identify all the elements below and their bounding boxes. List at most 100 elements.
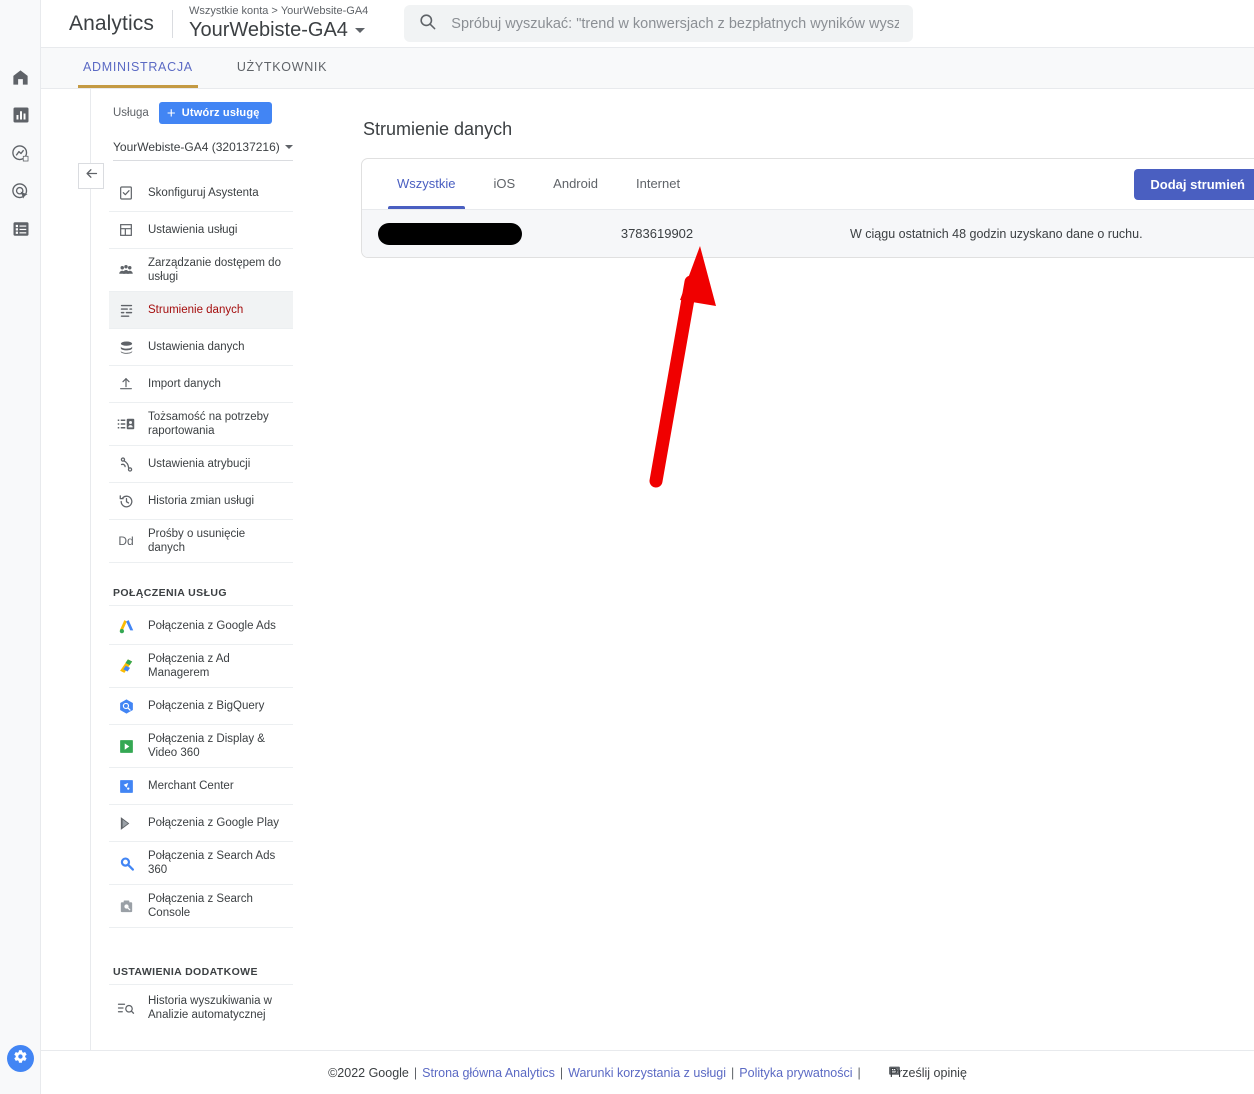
sidebar-item-label: Ustawienia usługi bbox=[148, 224, 238, 236]
sidebar-item-label: Tożsamość na potrzeby raportowania bbox=[148, 411, 269, 437]
search-history-icon bbox=[109, 999, 143, 1017]
dd-text-icon: Dd bbox=[118, 534, 134, 548]
footer-link-privacy[interactable]: Polityka prywatności bbox=[739, 1066, 852, 1080]
breadcrumb-root: Wszystkie konta bbox=[188, 5, 269, 17]
ad-manager-icon bbox=[109, 658, 143, 675]
sidebar-item-label: Strumienie danych bbox=[148, 304, 244, 316]
sidebar-item-google-play[interactable]: Połączenia z Google Play bbox=[109, 805, 293, 842]
sidebar-item-label: Połączenia z Display & Video 360 bbox=[148, 733, 265, 759]
sidebar-item-ustawienia-danych[interactable]: Ustawienia danych bbox=[109, 329, 293, 366]
sidebar-item-search-console[interactable]: Połączenia z Search Console bbox=[109, 885, 293, 928]
breadcrumb-separator: > bbox=[271, 5, 278, 17]
chevron-right-icon[interactable] bbox=[1245, 225, 1254, 242]
sidebar-item-label: Połączenia z Search Ads 360 bbox=[148, 850, 276, 876]
property-header: Usługa + Utwórz usługę bbox=[109, 101, 347, 125]
property-name-text: YourWebiste-GA4 bbox=[188, 19, 348, 41]
history-clock-icon bbox=[109, 493, 143, 510]
add-stream-label: Dodaj strumień bbox=[1150, 177, 1245, 192]
rail-item-advertising[interactable] bbox=[0, 172, 41, 210]
property-label: Usługa bbox=[113, 107, 149, 119]
sidebar-item-ad-manager[interactable]: Połączenia z Ad Managerem bbox=[109, 645, 293, 688]
send-feedback-button[interactable]: Prześlij opinię bbox=[888, 1065, 967, 1081]
property-select-value: YourWebiste-GA4 (320137216) bbox=[113, 140, 280, 154]
rail-item-explore[interactable] bbox=[0, 134, 41, 172]
sidebar-item-label: Merchant Center bbox=[148, 780, 234, 792]
sidebar-item-ustawienia-uslugi[interactable]: Ustawienia usługi bbox=[109, 212, 293, 249]
footer-divider: | bbox=[413, 1065, 418, 1080]
chevron-down-icon bbox=[285, 145, 293, 149]
sidebar-item-prosby-usuniecie[interactable]: Dd Prośby o usunięcie danych bbox=[109, 520, 293, 563]
search-console-icon bbox=[109, 898, 143, 915]
page-body: Usługa + Utwórz usługę YourWebiste-GA4 (… bbox=[41, 89, 1254, 1094]
sidebar-item-import-danych[interactable]: Import danych bbox=[109, 366, 293, 403]
property-name: YourWebiste-GA4 bbox=[189, 18, 368, 42]
sidebar-item-tozsamosc-raportowania[interactable]: Tożsamość na potrzeby raportowania bbox=[109, 403, 293, 446]
sidebar-divider bbox=[90, 89, 91, 1094]
sidebar-item-merchant-center[interactable]: Merchant Center bbox=[109, 768, 293, 805]
create-property-button[interactable]: + Utwórz usługę bbox=[158, 102, 272, 124]
reporting-identity-icon bbox=[109, 415, 143, 433]
send-feedback-label: Prześlij opinię bbox=[889, 1065, 967, 1080]
data-streams-icon bbox=[109, 302, 143, 319]
tab-administracja[interactable]: ADMINISTRACJA bbox=[61, 47, 215, 88]
stream-filter-tabs: Wszystkie iOS Android Internet Dodaj str… bbox=[362, 159, 1254, 210]
header-divider bbox=[171, 9, 173, 38]
rail-item-reports[interactable] bbox=[0, 96, 41, 134]
sidebar-item-label: Połączenia z Search Console bbox=[148, 893, 253, 919]
sidebar-item-label: Historia wyszukiwania w Analizie automat… bbox=[148, 995, 272, 1021]
create-property-label: Utwórz usługę bbox=[181, 107, 260, 119]
database-icon bbox=[109, 339, 143, 356]
admin-sidebar: Usługa + Utwórz usługę YourWebiste-GA4 (… bbox=[109, 89, 347, 1029]
page-footer: ©2022 Google | Strona główna Analytics |… bbox=[41, 1050, 1254, 1094]
home-icon bbox=[11, 68, 30, 87]
merchant-center-icon bbox=[109, 778, 143, 795]
arrow-left-icon bbox=[84, 166, 99, 186]
breadcrumb-current: YourWebsite-GA4 bbox=[280, 5, 369, 17]
tab-android[interactable]: Android bbox=[534, 159, 617, 209]
rail-item-home[interactable] bbox=[0, 58, 41, 96]
explore-compass-icon bbox=[11, 144, 30, 163]
sidebar-item-bigquery[interactable]: Połączenia z BigQuery bbox=[109, 688, 293, 725]
search-placeholder: Spróbuj wyszukać: "trend w konwersjach z… bbox=[451, 15, 900, 32]
tab-wszystkie[interactable]: Wszystkie bbox=[378, 159, 475, 209]
footer-link-terms[interactable]: Warunki korzystania z usługi bbox=[568, 1066, 726, 1080]
sidebar-item-label: Ustawienia atrybucji bbox=[148, 458, 251, 470]
account-selector[interactable]: Wszystkie konta > YourWebsite-GA4 YourWebi… bbox=[189, 5, 368, 42]
sidebar-item-display-video-360[interactable]: Połączenia z Display & Video 360 bbox=[109, 725, 293, 768]
sidebar-item-historia-zmian[interactable]: Historia zmian usługi bbox=[109, 483, 293, 520]
sidebar-item-zarzadzanie-dostepem[interactable]: Zarządzanie dostępem do usługi bbox=[109, 249, 293, 292]
property-settings-icon bbox=[109, 222, 143, 238]
rail-item-admin[interactable] bbox=[7, 1045, 34, 1072]
bigquery-icon bbox=[109, 698, 143, 715]
search-ads-360-icon bbox=[109, 855, 143, 872]
tab-ios[interactable]: iOS bbox=[475, 159, 535, 209]
plus-icon: + bbox=[166, 104, 176, 122]
google-ads-icon bbox=[109, 618, 143, 635]
sidebar-item-historia-wyszukiwania[interactable]: Historia wyszukiwania w Analizie automat… bbox=[109, 987, 293, 1029]
add-stream-button[interactable]: Dodaj strumień bbox=[1134, 169, 1254, 200]
property-select[interactable]: YourWebiste-GA4 (320137216) bbox=[113, 134, 293, 161]
sidebar-item-label: Import danych bbox=[148, 378, 221, 390]
sidebar-item-google-ads[interactable]: Połączenia z Google Ads bbox=[109, 608, 293, 645]
tab-uzytkownik[interactable]: UŻYTKOWNIK bbox=[215, 47, 349, 88]
advertising-target-icon bbox=[11, 182, 30, 201]
back-button[interactable] bbox=[78, 163, 104, 189]
rail-item-library[interactable] bbox=[0, 210, 41, 248]
brand-name: Analytics bbox=[69, 11, 154, 35]
sidebar-item-skonfiguruj-asystenta[interactable]: Skonfiguruj Asystenta bbox=[109, 175, 293, 212]
data-streams-card: Wszystkie iOS Android Internet Dodaj str… bbox=[361, 158, 1254, 258]
people-icon bbox=[109, 261, 143, 279]
sidebar-item-ustawienia-atrybucji[interactable]: Ustawienia atrybucji bbox=[109, 446, 293, 483]
tab-internet[interactable]: Internet bbox=[617, 159, 699, 209]
google-play-icon bbox=[109, 815, 143, 832]
sidebar-item-label: Skonfiguruj Asystenta bbox=[148, 187, 259, 199]
footer-link-analytics-home[interactable]: Strona główna Analytics bbox=[422, 1066, 555, 1080]
sidebar-item-label: Ustawienia danych bbox=[148, 341, 245, 353]
sidebar-item-search-ads-360[interactable]: Połączenia z Search Ads 360 bbox=[109, 842, 293, 885]
search-input[interactable]: Spróbuj wyszukać: "trend w konwersjach z… bbox=[404, 5, 914, 42]
sidebar-item-label: Prośby o usunięcie danych bbox=[148, 528, 246, 554]
search-icon bbox=[418, 12, 451, 36]
table-row[interactable]: 3783619902 W ciągu ostatnich 48 godzin u… bbox=[362, 210, 1254, 257]
sidebar-item-strumienie-danych[interactable]: Strumienie danych bbox=[109, 292, 293, 329]
